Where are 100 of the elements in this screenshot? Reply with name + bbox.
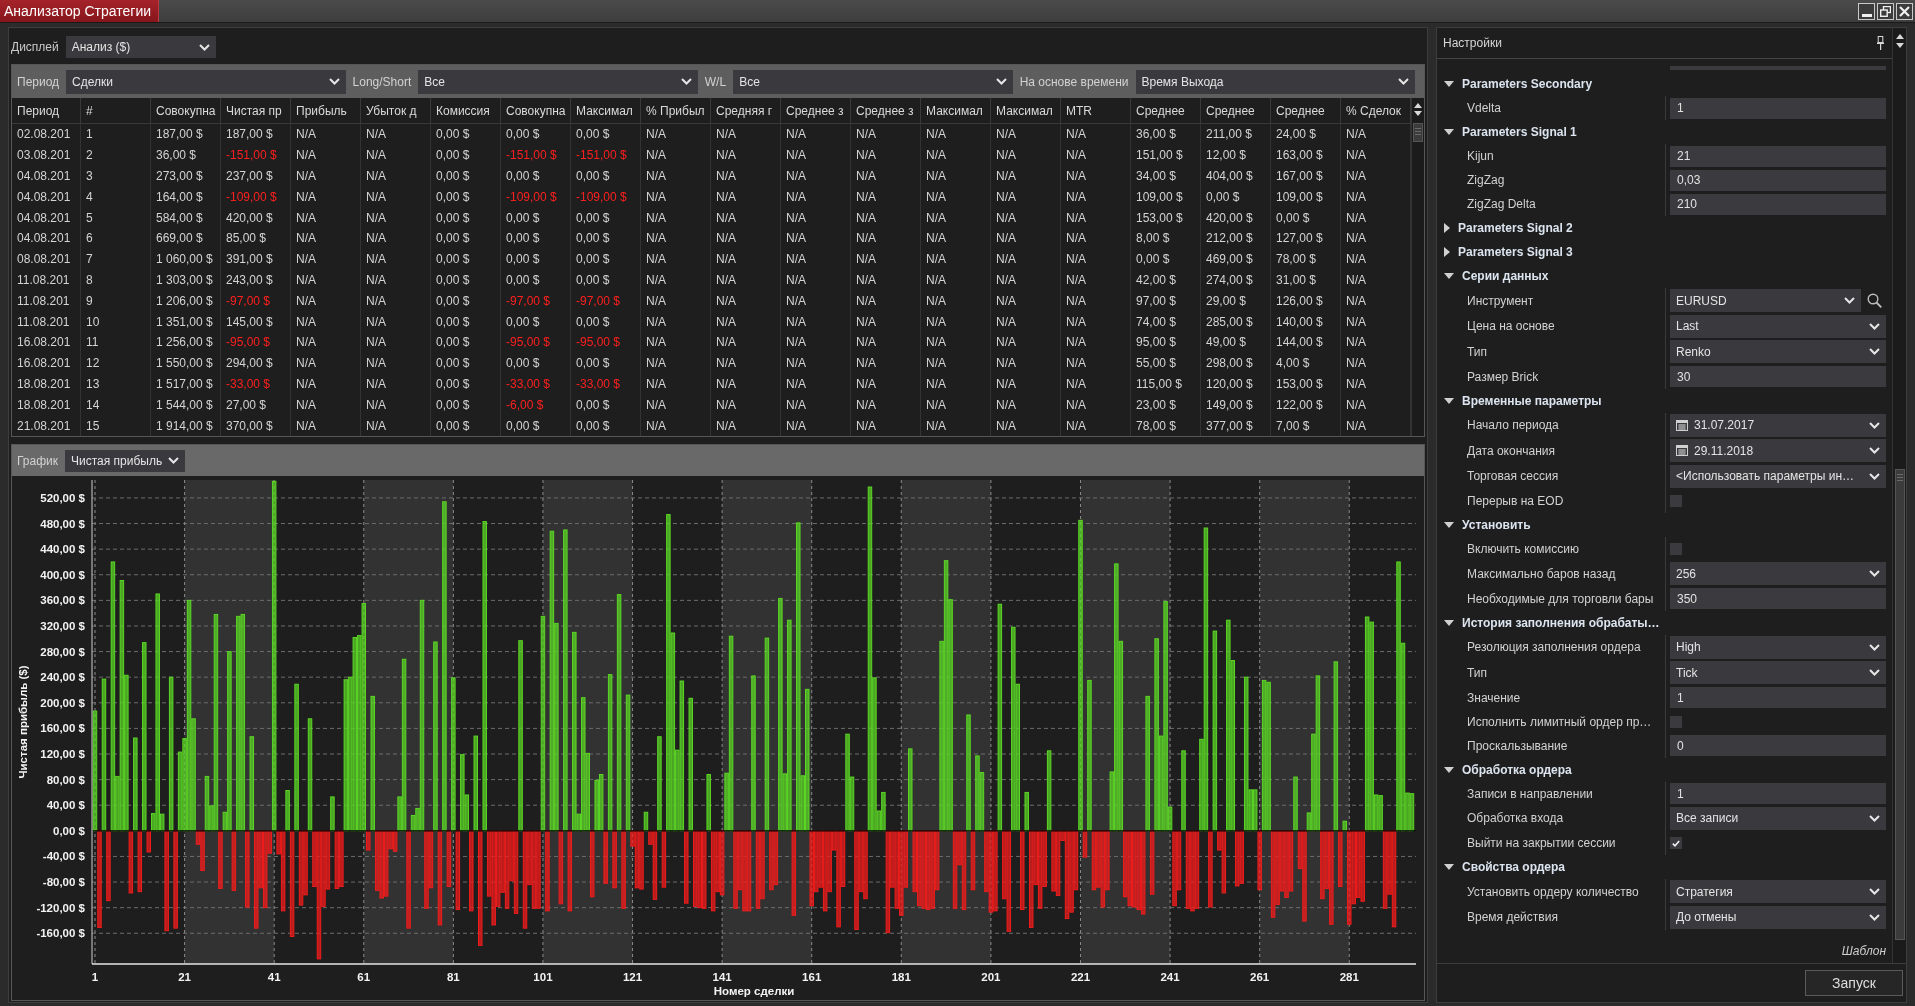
checkbox[interactable] bbox=[1670, 715, 1682, 728]
caret-down-icon[interactable] bbox=[1895, 43, 1904, 48]
dropdown[interactable]: EURUSD bbox=[1670, 289, 1861, 313]
dropdown[interactable]: До отмены bbox=[1670, 905, 1886, 929]
caret-up-icon[interactable] bbox=[1414, 103, 1422, 108]
input-field[interactable]: 0 bbox=[1670, 735, 1886, 756]
dropdown[interactable]: High bbox=[1670, 635, 1886, 659]
column-header[interactable]: Комиссия bbox=[431, 98, 501, 123]
dropdown[interactable]: Renko bbox=[1670, 340, 1886, 364]
filter-dropdown[interactable]: Время Выхода bbox=[1135, 69, 1415, 94]
table-cell: 10 bbox=[81, 311, 151, 332]
checkbox[interactable] bbox=[1670, 495, 1682, 507]
column-header[interactable]: Среднее bbox=[1201, 98, 1271, 123]
checkbox[interactable] bbox=[1670, 543, 1682, 555]
column-header[interactable]: Среднее з bbox=[851, 98, 921, 123]
scrollbar-thumb[interactable] bbox=[1894, 469, 1905, 940]
table-cell: N/A bbox=[1061, 352, 1131, 374]
group-toggle[interactable]: Свойства ордера bbox=[1444, 860, 1566, 874]
table-cell: 0,00 $ bbox=[571, 248, 641, 270]
column-header[interactable]: Среднее bbox=[1131, 98, 1201, 123]
column-header[interactable]: Средняя г bbox=[711, 98, 781, 123]
column-header[interactable]: % Прибыл bbox=[641, 98, 711, 123]
column-header[interactable]: Максимал bbox=[571, 98, 641, 123]
table-cell: N/A bbox=[641, 186, 711, 208]
chart-type-dropdown[interactable]: Чистая прибыль bbox=[65, 449, 186, 472]
group-toggle[interactable]: Установить bbox=[1444, 518, 1531, 532]
input-field[interactable]: 1 bbox=[1670, 687, 1886, 708]
column-header[interactable]: Чистая пр bbox=[221, 98, 291, 123]
restore-button[interactable] bbox=[1877, 3, 1894, 20]
scrollbar[interactable] bbox=[1892, 28, 1906, 963]
column-header[interactable]: Период bbox=[12, 98, 81, 123]
table-cell: 0,00 $ bbox=[431, 248, 501, 270]
table-cell: N/A bbox=[711, 165, 781, 187]
column-header[interactable]: Максимал bbox=[921, 98, 991, 123]
scrollbar[interactable] bbox=[1411, 98, 1424, 436]
dropdown[interactable]: Все записи bbox=[1670, 806, 1886, 830]
date-picker[interactable]: 29.11.2018 bbox=[1670, 439, 1886, 463]
group-toggle[interactable]: Parameters Secondary bbox=[1444, 77, 1593, 91]
group-toggle[interactable]: Parameters Signal 2 bbox=[1444, 221, 1573, 235]
minimize-button[interactable] bbox=[1858, 3, 1875, 20]
table-cell: N/A bbox=[781, 186, 851, 208]
table-cell: N/A bbox=[781, 124, 851, 145]
column-header[interactable]: Совокупна bbox=[151, 98, 221, 123]
scrollbar-thumb[interactable] bbox=[1413, 123, 1423, 142]
input-field[interactable]: 1 bbox=[1670, 783, 1886, 804]
table-cell: 85,00 $ bbox=[221, 228, 291, 249]
column-header[interactable]: MTR bbox=[1061, 98, 1131, 123]
table-cell: 187,00 $ bbox=[151, 124, 221, 145]
group-toggle[interactable]: История заполнения обрабаты… bbox=[1444, 615, 1660, 630]
table-cell: 109,00 $ bbox=[1131, 186, 1201, 208]
filter-label: Период bbox=[17, 74, 60, 89]
filter-dropdown[interactable]: Все bbox=[733, 69, 1013, 94]
input-field[interactable]: 350 bbox=[1670, 588, 1886, 609]
table-cell: N/A bbox=[921, 248, 991, 270]
group-toggle[interactable]: Обработка ордера bbox=[1444, 762, 1572, 777]
table-cell: 1 550,00 $ bbox=[151, 352, 221, 374]
dropdown[interactable]: Tick bbox=[1670, 661, 1886, 685]
column-header[interactable]: Прибыль bbox=[291, 98, 361, 123]
axis-tick-label: 281 bbox=[1339, 971, 1359, 983]
date-picker[interactable]: 31.07.2017 bbox=[1670, 413, 1886, 437]
template-link[interactable]: Шаблон bbox=[1841, 944, 1886, 958]
table-cell: N/A bbox=[781, 269, 851, 291]
dropdown[interactable]: Last bbox=[1670, 314, 1886, 338]
run-button[interactable]: Запуск bbox=[1805, 970, 1903, 996]
table-cell: N/A bbox=[921, 394, 991, 416]
input-field[interactable]: 0,03 bbox=[1670, 169, 1886, 191]
dropdown[interactable]: <Использовать параметры ин… bbox=[1670, 464, 1886, 488]
checkbox[interactable] bbox=[1670, 837, 1682, 849]
group-toggle[interactable]: Parameters Signal 3 bbox=[1444, 245, 1573, 259]
display-dropdown[interactable]: Анализ ($) bbox=[65, 36, 216, 58]
caret-down-icon[interactable] bbox=[1414, 111, 1422, 116]
chevron-down-icon bbox=[1869, 669, 1880, 677]
table-cell: N/A bbox=[291, 415, 361, 436]
dropdown[interactable]: Стратегия bbox=[1670, 880, 1886, 904]
input-field[interactable] bbox=[1670, 66, 1886, 70]
column-header[interactable]: Совокупна bbox=[501, 98, 571, 123]
input-field[interactable]: 30 bbox=[1670, 366, 1886, 387]
search-icon[interactable] bbox=[1867, 293, 1882, 309]
group-toggle[interactable]: Временные параметры bbox=[1444, 393, 1602, 408]
column-header[interactable]: # bbox=[81, 98, 151, 123]
group-toggle[interactable]: Parameters Signal 1 bbox=[1444, 125, 1577, 139]
table-cell: -95,00 $ bbox=[501, 331, 571, 353]
property-label: Размер Brick bbox=[1466, 368, 1540, 386]
column-header[interactable]: Максимал bbox=[991, 98, 1061, 123]
column-header[interactable]: Среднее з bbox=[781, 98, 851, 123]
property-label: Перерыв на EOD bbox=[1466, 493, 1565, 510]
input-field[interactable]: 21 bbox=[1670, 145, 1886, 167]
input-field[interactable]: 210 bbox=[1670, 193, 1886, 215]
filter-dropdown[interactable]: Все bbox=[418, 69, 698, 94]
table-cell: N/A bbox=[641, 248, 711, 270]
dropdown[interactable]: 256 bbox=[1670, 562, 1886, 586]
pin-icon[interactable] bbox=[1877, 36, 1884, 50]
filter-dropdown[interactable]: Сделки bbox=[66, 69, 346, 94]
group-toggle[interactable]: Серии данных bbox=[1444, 269, 1549, 283]
column-header[interactable]: Среднее bbox=[1271, 98, 1341, 123]
input-field[interactable]: 1 bbox=[1670, 97, 1886, 119]
table-cell: N/A bbox=[991, 269, 1061, 291]
caret-up-icon[interactable] bbox=[1895, 34, 1904, 39]
close-button[interactable] bbox=[1896, 3, 1913, 20]
column-header[interactable]: Убыток д bbox=[361, 98, 431, 123]
